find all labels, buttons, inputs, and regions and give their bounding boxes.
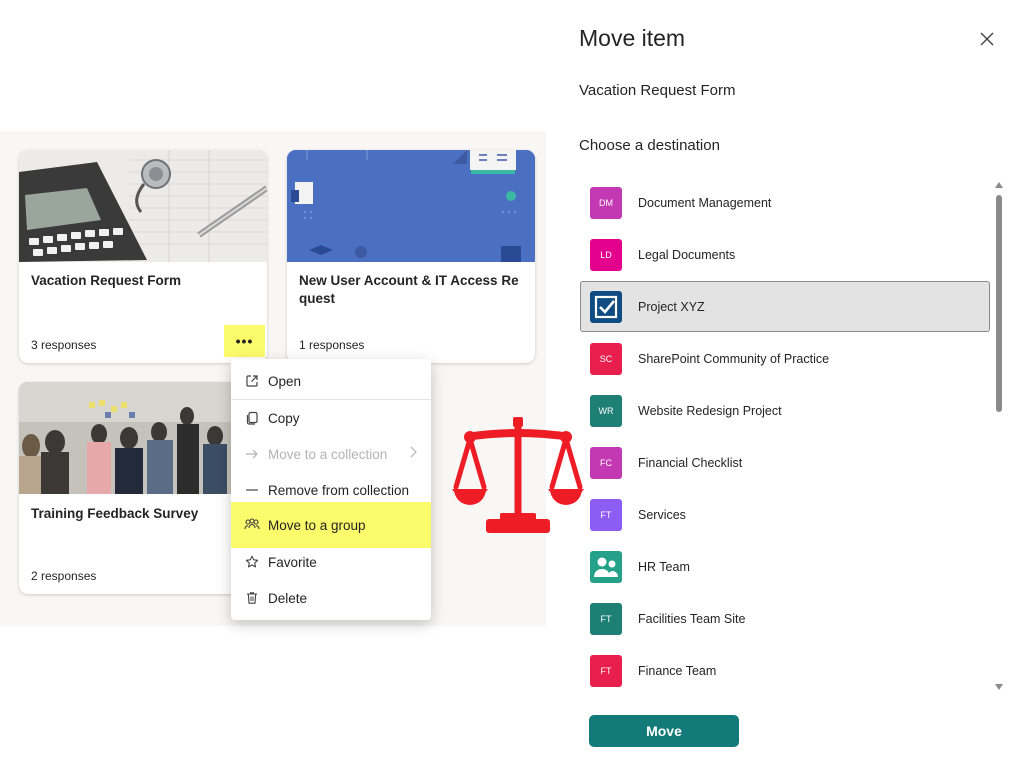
- form-card-vacation[interactable]: Vacation Request Form 3 responses •••: [19, 150, 267, 363]
- menu-item-favorite[interactable]: Favorite: [231, 544, 431, 580]
- destination-label: Project XYZ: [638, 299, 705, 314]
- close-icon: [980, 32, 994, 46]
- destination-item[interactable]: FT Facilities Team Site: [580, 593, 990, 644]
- group-avatar: DM: [590, 186, 622, 219]
- destination-item[interactable]: FT Finance Team: [580, 645, 990, 696]
- group-avatar: WR: [590, 394, 622, 427]
- menu-item-label: Open: [268, 373, 302, 389]
- chevron-right-icon: [409, 446, 417, 461]
- checkbox-icon: [590, 290, 622, 323]
- destination-item-selected[interactable]: Project XYZ: [580, 281, 990, 332]
- destination-item[interactable]: FC Financial Checklist: [580, 437, 990, 488]
- destination-label: SharePoint Community of Practice: [638, 351, 830, 366]
- destination-item[interactable]: LD Legal Documents: [580, 229, 990, 280]
- destination-label: Facilities Team Site: [638, 611, 746, 626]
- group-avatar: FT: [590, 602, 622, 635]
- menu-item-label: Favorite: [268, 554, 317, 570]
- destination-item[interactable]: FT Services: [580, 489, 990, 540]
- card-title: Vacation Request Form: [31, 273, 182, 288]
- destination-scrollbar[interactable]: [993, 180, 1007, 692]
- destination-label: Services: [638, 507, 686, 522]
- form-card-training[interactable]: Training Feedback Survey 2 responses: [19, 382, 267, 594]
- card-thumbnail-people: [19, 382, 267, 494]
- copy-icon: [244, 410, 260, 426]
- form-card-new-user[interactable]: New User Account & IT Access Request 1 r…: [287, 150, 535, 363]
- trash-icon: [244, 590, 260, 606]
- menu-item-label: Delete: [268, 590, 308, 606]
- menu-item-copy[interactable]: Copy: [231, 400, 431, 436]
- group-avatar: FT: [590, 654, 622, 687]
- destination-label: Choose a destination: [579, 137, 720, 154]
- menu-item-move-to-collection[interactable]: Move to a collection: [231, 436, 431, 472]
- card-title: New User Account & IT Access Request: [299, 273, 519, 306]
- group-avatar: LD: [590, 238, 622, 271]
- group-avatar: FT: [590, 498, 622, 531]
- more-options-button[interactable]: •••: [224, 325, 265, 357]
- destination-item[interactable]: WR Website Redesign Project: [580, 385, 990, 436]
- destination-label: Document Management: [638, 195, 772, 210]
- card-title: Training Feedback Survey: [31, 506, 199, 521]
- open-external-icon: [244, 373, 260, 389]
- menu-item-label: Copy: [268, 410, 300, 426]
- card-response-count: 1 responses: [299, 338, 365, 352]
- destination-item[interactable]: DM Document Management: [580, 177, 990, 228]
- card-response-count: 2 responses: [31, 569, 97, 583]
- people-icon: [590, 550, 622, 583]
- menu-item-open[interactable]: Open: [231, 363, 431, 399]
- context-menu: Open Copy Move to a collection Remove fr…: [231, 359, 431, 620]
- people-group-icon: [244, 517, 260, 533]
- app-root: Vacation Request Form 3 responses ••• Ne…: [0, 0, 1036, 757]
- star-icon: [244, 554, 260, 570]
- scroll-down-arrow-icon[interactable]: [995, 684, 1003, 690]
- group-avatar: SC: [590, 342, 622, 375]
- menu-item-move-to-group[interactable]: Move to a group: [231, 502, 431, 548]
- menu-item-label: Move to a collection: [268, 446, 388, 462]
- menu-item-label: Move to a group: [268, 517, 366, 533]
- card-thumbnail-illustration: [287, 150, 535, 262]
- card-response-count: 3 responses: [31, 338, 97, 352]
- arrow-right-icon: [244, 446, 260, 462]
- close-button[interactable]: [976, 28, 998, 50]
- minus-icon: [244, 482, 260, 498]
- destination-list: DM Document Management LD Legal Document…: [580, 177, 992, 697]
- group-avatar: FC: [590, 446, 622, 479]
- menu-item-delete[interactable]: Delete: [231, 580, 431, 616]
- destination-label: Finance Team: [638, 663, 717, 678]
- scrollbar-thumb[interactable]: [996, 195, 1002, 412]
- destination-label: Website Redesign Project: [638, 403, 782, 418]
- panel-title: Move item: [579, 25, 686, 51]
- destination-label: Legal Documents: [638, 247, 736, 262]
- card-thumbnail-calculator: [19, 150, 267, 262]
- destination-item[interactable]: SC SharePoint Community of Practice: [580, 333, 990, 384]
- menu-item-label: Remove from collection: [268, 482, 410, 498]
- selected-item-name: Vacation Request Form: [579, 82, 736, 99]
- destination-label: Financial Checklist: [638, 455, 743, 470]
- destination-label: HR Team: [638, 559, 690, 574]
- move-button[interactable]: Move: [589, 715, 739, 747]
- scroll-up-arrow-icon[interactable]: [995, 182, 1003, 188]
- balance-scale-icon: [452, 415, 584, 537]
- destination-item[interactable]: HR Team: [580, 541, 990, 592]
